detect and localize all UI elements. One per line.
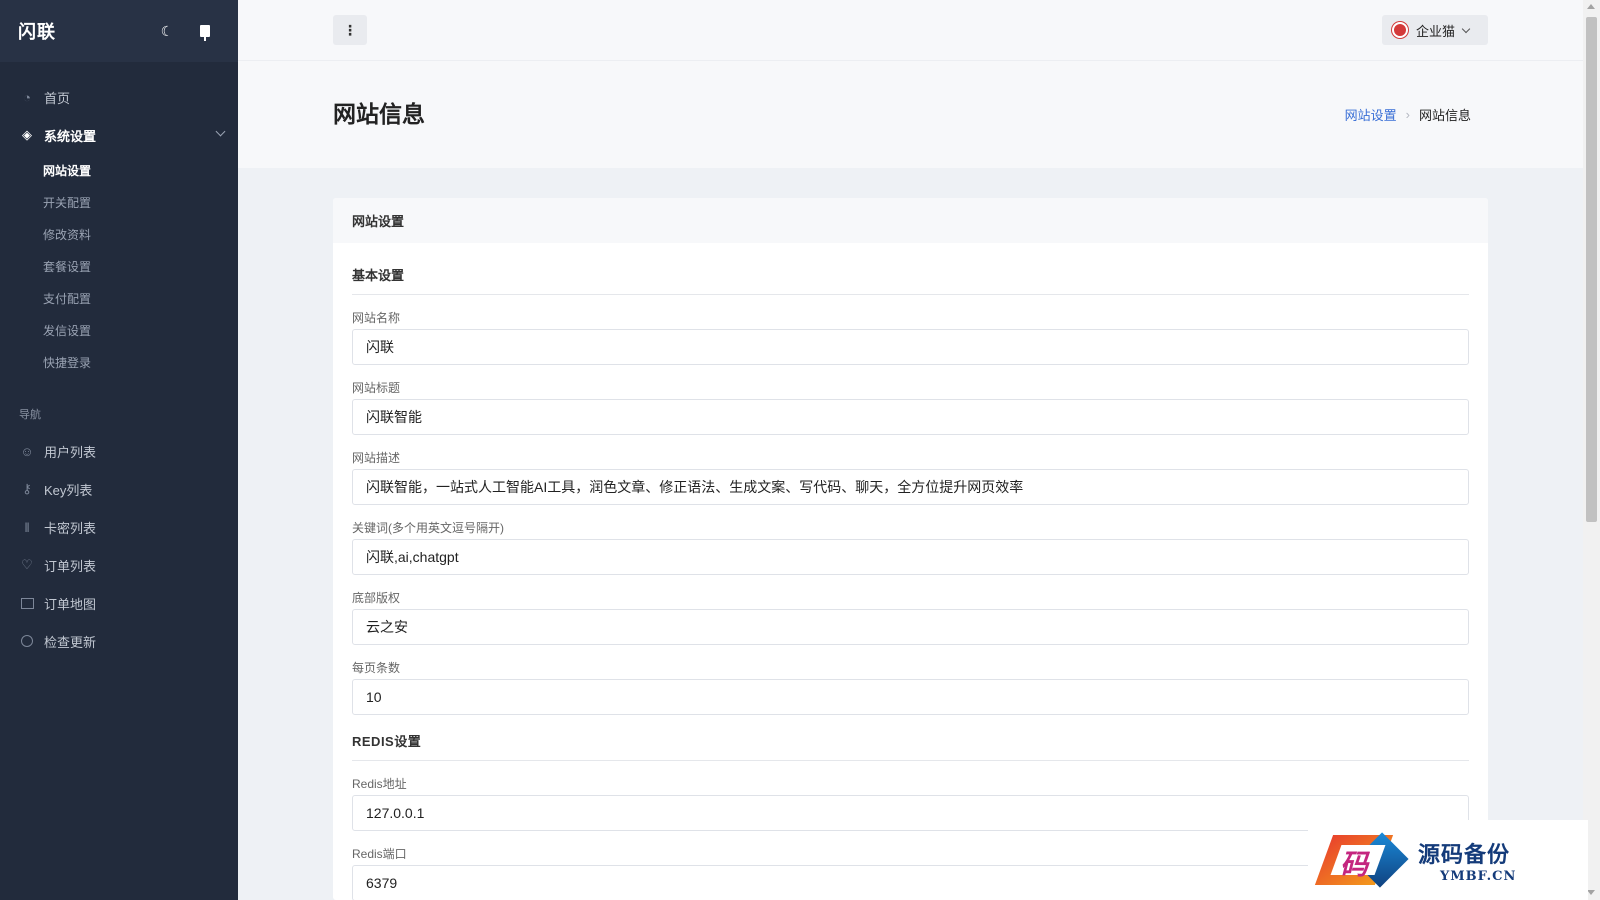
sidebar-subitem-site-settings[interactable]: 网站设置 xyxy=(0,154,238,186)
sidebar-item-orders[interactable]: ♡ 订单列表 xyxy=(0,546,238,584)
redis-port-label: Redis端口 xyxy=(352,847,407,861)
pin-sidebar-icon[interactable] xyxy=(191,17,219,45)
chevron-down-icon xyxy=(1461,24,1471,33)
site-name-input[interactable] xyxy=(352,329,1469,365)
page-title: 网站信息 xyxy=(333,101,425,127)
watermark-name-cn: 源码备份 xyxy=(1418,841,1511,868)
site-title-input[interactable] xyxy=(352,399,1469,435)
scroll-down-icon[interactable] xyxy=(1587,890,1595,895)
settings-card: 网站设置 基本设置 网站名称 网站标题 网站描述 关键词(多个用英文逗号隔开) … xyxy=(333,198,1488,900)
refresh-icon xyxy=(20,634,34,648)
sidebar-subitem-edit-profile[interactable]: 修改资料 xyxy=(0,218,238,250)
user-menu-button[interactable]: 企业猫 xyxy=(1382,15,1488,45)
breadcrumb-current: 网站信息 xyxy=(1418,108,1471,123)
site-desc-input[interactable] xyxy=(352,469,1469,505)
sidebar-item-system-settings[interactable]: ◈ 系统设置 xyxy=(0,116,238,154)
dashboard-icon: ◔ xyxy=(23,89,31,105)
sidebar-subitem-payment-config[interactable]: 支付配置 xyxy=(0,282,238,314)
breadcrumb-link[interactable]: 网站设置 xyxy=(1345,105,1397,124)
sidebar-item-home[interactable]: ◔ 首页 xyxy=(0,78,238,116)
more-vertical-icon: ⋮ xyxy=(343,21,357,38)
topbar: ⋮ 企业猫 xyxy=(238,0,1583,60)
settings-form: 基本设置 网站名称 网站标题 网站描述 关键词(多个用英文逗号隔开) 底部版权 … xyxy=(333,243,1488,900)
sidebar-subitem-mail-settings[interactable]: 发信设置 xyxy=(0,314,238,346)
chevron-down-icon xyxy=(215,126,226,137)
sidebar: 闪联 ☾ ◔ 首页 ◈ 系统设置 网站设置 开关配置 修改资料 套餐设置 支付配… xyxy=(0,0,238,900)
sidebar-subitem-plan-settings[interactable]: 套餐设置 xyxy=(0,250,238,282)
copyright-label: 底部版权 xyxy=(352,591,401,605)
user-name: 企业猫 xyxy=(1416,23,1456,39)
sidebar-item-label: 首页 xyxy=(44,90,71,106)
sidebar-item-label: 订单地图 xyxy=(44,596,97,612)
watermark-name-en: YMBF.CN xyxy=(1440,868,1517,884)
chevron-right-icon: › xyxy=(1405,107,1410,122)
sidebar-item-label: 检查更新 xyxy=(44,634,97,650)
page-header: 网站信息 网站设置 › 网站信息 xyxy=(238,60,1583,168)
heart-icon: ♡ xyxy=(21,557,33,572)
watermark-logo: 码 源码备份 YMBF.CN xyxy=(1308,820,1588,900)
scrollbar-thumb[interactable] xyxy=(1586,17,1597,522)
site-name-label: 网站名称 xyxy=(352,311,401,325)
sidebar-item-check-update[interactable]: 检查更新 xyxy=(0,622,238,660)
copyright-input[interactable] xyxy=(352,609,1469,645)
section-title-basic: 基本设置 xyxy=(352,243,1469,295)
sidebar-item-label: Key列表 xyxy=(44,482,93,498)
dark-mode-toggle-icon[interactable]: ☾ xyxy=(153,17,181,45)
sidebar-header: 闪联 ☾ xyxy=(0,0,238,62)
sidebar-item-cards[interactable]: ǁ 卡密列表 xyxy=(0,508,238,546)
scroll-up-icon[interactable] xyxy=(1587,4,1595,9)
sidebar-menu: ◔ 首页 ◈ 系统设置 网站设置 开关配置 修改资料 套餐设置 支付配置 发信设… xyxy=(0,62,238,660)
section-title-redis: REDIS设置 xyxy=(352,715,1469,761)
sidebar-item-users[interactable]: ☺ 用户列表 xyxy=(0,432,238,470)
sidebar-item-label: 订单列表 xyxy=(44,558,97,574)
sidebar-item-order-map[interactable]: 订单地图 xyxy=(0,584,238,622)
redis-host-input[interactable] xyxy=(352,795,1469,831)
sidebar-item-label: 系统设置 xyxy=(44,128,97,144)
watermark-text: 源码备份 YMBF.CN xyxy=(1418,837,1516,884)
breadcrumb: 网站设置 › 网站信息 xyxy=(1345,105,1471,124)
sidebar-subitem-switch-config[interactable]: 开关配置 xyxy=(0,186,238,218)
site-title-label: 网站标题 xyxy=(352,381,401,395)
flask-icon: ǁ xyxy=(24,519,30,535)
sidebar-section-label: 导航 xyxy=(19,409,41,421)
redis-port-input[interactable] xyxy=(352,865,1469,900)
sidebar-subitem-quick-login[interactable]: 快捷登录 xyxy=(0,346,238,378)
keywords-input[interactable] xyxy=(352,539,1469,575)
watermark-emblem: 码 xyxy=(1314,825,1412,895)
key-icon: ⚷ xyxy=(22,481,32,496)
user-icon: ☺ xyxy=(20,443,34,459)
per-page-input[interactable] xyxy=(352,679,1469,715)
sidebar-item-label: 用户列表 xyxy=(44,444,97,460)
avatar xyxy=(1392,22,1408,38)
brand-logo[interactable]: 闪联 xyxy=(18,18,56,44)
keywords-label: 关键词(多个用英文逗号隔开) xyxy=(352,521,504,535)
page-scrollbar[interactable] xyxy=(1583,0,1600,900)
more-menu-button[interactable]: ⋮ xyxy=(333,15,367,45)
sidebar-item-label: 卡密列表 xyxy=(44,520,97,536)
map-icon xyxy=(20,596,34,610)
site-desc-label: 网站描述 xyxy=(352,451,401,465)
layers-icon: ◈ xyxy=(22,127,32,142)
watermark-char: 码 xyxy=(1340,848,1369,881)
sidebar-item-keys[interactable]: ⚷ Key列表 xyxy=(0,470,238,508)
redis-host-label: Redis地址 xyxy=(352,777,407,791)
card-title: 网站设置 xyxy=(333,198,1488,243)
per-page-label: 每页条数 xyxy=(352,661,401,675)
